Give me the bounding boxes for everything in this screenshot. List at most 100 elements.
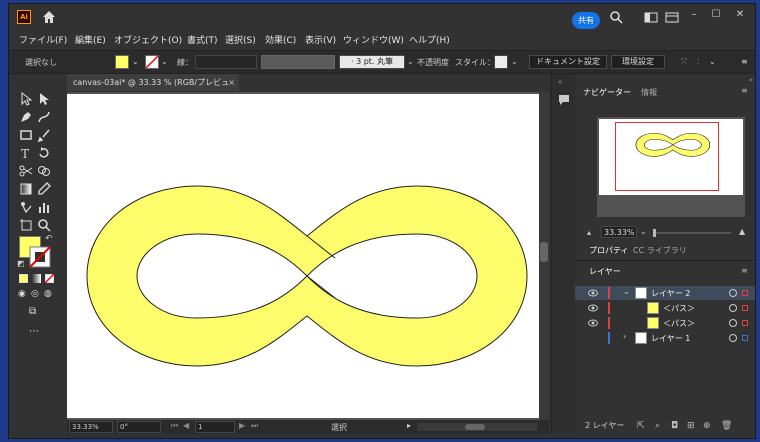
- align-icon[interactable]: ⫶: [697, 57, 699, 67]
- canvas-area[interactable]: [67, 92, 549, 420]
- graph-tool-icon[interactable]: [37, 200, 51, 214]
- close-window-button[interactable]: ✕: [731, 8, 749, 22]
- preferences-button[interactable]: 環境設定: [611, 55, 665, 69]
- tab-cc-libraries[interactable]: CC ライブラリ: [633, 245, 687, 256]
- layer-name[interactable]: ＜パス＞: [663, 318, 695, 329]
- shape-builder-tool-icon[interactable]: [37, 164, 51, 178]
- transform-icon[interactable]: ⤧: [681, 57, 687, 67]
- artboard[interactable]: [67, 94, 539, 418]
- chevron-down-icon[interactable]: ⌄: [161, 57, 168, 66]
- zoom-tool-icon[interactable]: [37, 218, 51, 232]
- none-mode-icon[interactable]: [45, 274, 54, 283]
- pen-tool-icon[interactable]: [19, 110, 33, 124]
- menu-type[interactable]: 書式(T): [187, 33, 218, 46]
- menu-object[interactable]: オブジェクト(O): [114, 33, 182, 46]
- vertical-scroll-thumb[interactable]: [540, 242, 548, 262]
- share-button[interactable]: 共有: [572, 12, 600, 29]
- panel-menu-icon[interactable]: ≡: [741, 86, 748, 95]
- scissors-tool-icon[interactable]: [19, 164, 33, 178]
- stroke-swatch[interactable]: [145, 55, 159, 69]
- eyedropper-tool-icon[interactable]: [37, 182, 51, 196]
- graphic-style-swatch[interactable]: [494, 55, 508, 69]
- infinity-shape-svg[interactable]: [67, 94, 539, 418]
- navigator-zoom-field[interactable]: 33.33%: [601, 226, 637, 238]
- menu-select[interactable]: 選択(S): [225, 33, 256, 46]
- artboard-nav-next-icon[interactable]: ▶: [239, 421, 245, 430]
- home-icon[interactable]: [41, 9, 57, 25]
- gradient-tool-icon[interactable]: [19, 182, 33, 196]
- search-icon[interactable]: [609, 10, 623, 24]
- menu-window[interactable]: ウィンドウ(W): [343, 33, 404, 46]
- stroke-weight-field[interactable]: [195, 55, 257, 69]
- paintbrush-tool-icon[interactable]: [37, 128, 51, 142]
- collapse-icon[interactable]: «: [558, 78, 562, 86]
- layer-name[interactable]: ＜パス＞: [663, 303, 695, 314]
- brush-definition[interactable]: · 3 pt. 丸筆: [339, 55, 405, 69]
- target-circle-icon[interactable]: [729, 304, 737, 312]
- selection-indicator[interactable]: [742, 290, 748, 296]
- artboard-number-field[interactable]: 1: [195, 421, 235, 433]
- artboard-nav-first-icon[interactable]: ⏮: [171, 421, 178, 431]
- layer-row[interactable]: ＜パス＞: [575, 301, 755, 315]
- comments-icon[interactable]: [558, 94, 570, 106]
- draw-behind-icon[interactable]: ◎: [31, 289, 39, 299]
- stroke-color-box[interactable]: [29, 246, 51, 268]
- panel-menu-icon[interactable]: ≡: [741, 57, 748, 66]
- layer-row[interactable]: ⌄ レイヤー 2: [575, 286, 755, 300]
- zoom-field[interactable]: 33.33%: [69, 421, 113, 433]
- rectangle-tool-icon[interactable]: [19, 128, 33, 142]
- workspace-icon[interactable]: [644, 10, 658, 24]
- chevron-down-icon[interactable]: ⌄: [709, 57, 716, 66]
- artboard-tool-icon[interactable]: [19, 218, 33, 232]
- close-tab-icon[interactable]: ×: [228, 74, 235, 91]
- visibility-eye-icon[interactable]: [588, 303, 598, 313]
- rotation-field[interactable]: 0°: [117, 421, 161, 433]
- type-tool-icon[interactable]: T: [19, 146, 33, 160]
- chevron-right-icon[interactable]: ›: [623, 332, 626, 341]
- menu-file[interactable]: ファイル(F): [19, 33, 67, 46]
- color-mode-icon[interactable]: [19, 274, 28, 283]
- visibility-eye-icon[interactable]: [588, 288, 598, 298]
- artboard-nav-last-icon[interactable]: ⏭: [251, 421, 258, 431]
- layer-row[interactable]: ＜パス＞: [575, 316, 755, 330]
- collapse-panels-icon[interactable]: »: [749, 76, 753, 84]
- document-tab[interactable]: canvas-03ai* @ 33.33 % (RGB/プレビュー) ×: [67, 74, 239, 104]
- arrange-documents-icon[interactable]: [665, 10, 679, 24]
- tab-properties[interactable]: プロパティ: [589, 245, 629, 256]
- fill-swatch[interactable]: [115, 55, 129, 69]
- new-layer-icon[interactable]: ⊕: [703, 421, 713, 431]
- navigator-view-box[interactable]: [615, 122, 719, 191]
- draw-inside-icon[interactable]: ◍: [44, 289, 52, 299]
- tab-info[interactable]: 情報: [641, 87, 657, 98]
- tab-navigator[interactable]: ナビゲーター: [583, 87, 631, 98]
- status-menu-arrow-icon[interactable]: ▸: [407, 421, 411, 430]
- chevron-down-icon[interactable]: ⌄: [640, 227, 647, 236]
- layer-name[interactable]: レイヤー 1: [651, 333, 690, 344]
- new-sublayer-icon[interactable]: ⊞: [687, 421, 697, 431]
- horizontal-scroll-thumb[interactable]: [465, 424, 485, 430]
- menu-effect[interactable]: 効果(C): [265, 33, 296, 46]
- opacity-label[interactable]: 不透明度: [417, 57, 449, 68]
- selection-indicator[interactable]: [742, 305, 748, 311]
- vertical-scrollbar[interactable]: [539, 92, 549, 420]
- minimize-button[interactable]: –: [685, 8, 703, 22]
- maximize-button[interactable]: ☐: [707, 8, 725, 22]
- document-setup-button[interactable]: ドキュメント設定: [529, 55, 607, 69]
- navigator-zoom-thumb[interactable]: [653, 229, 656, 237]
- artboard-nav-prev-icon[interactable]: ◀: [183, 421, 189, 430]
- puppet-warp-tool-icon[interactable]: [19, 200, 33, 214]
- zoom-in-icon[interactable]: ▲: [739, 227, 745, 236]
- menu-edit[interactable]: 編集(E): [75, 33, 106, 46]
- selection-tool-icon[interactable]: [19, 92, 33, 106]
- swap-colors-icon[interactable]: ↶: [45, 234, 53, 244]
- curvature-tool-icon[interactable]: [37, 110, 51, 124]
- draw-normal-icon[interactable]: ◉: [18, 289, 26, 299]
- chevron-down-icon[interactable]: ⌄: [407, 57, 414, 66]
- horizontal-scrollbar[interactable]: [417, 423, 537, 431]
- locate-object-icon[interactable]: ⌕: [655, 421, 665, 431]
- target-circle-icon[interactable]: [729, 334, 737, 342]
- delete-layer-icon[interactable]: 🗑: [721, 421, 732, 431]
- direct-selection-tool-icon[interactable]: [37, 92, 51, 106]
- gradient-mode-icon[interactable]: [32, 274, 41, 283]
- visibility-eye-icon[interactable]: [588, 318, 598, 328]
